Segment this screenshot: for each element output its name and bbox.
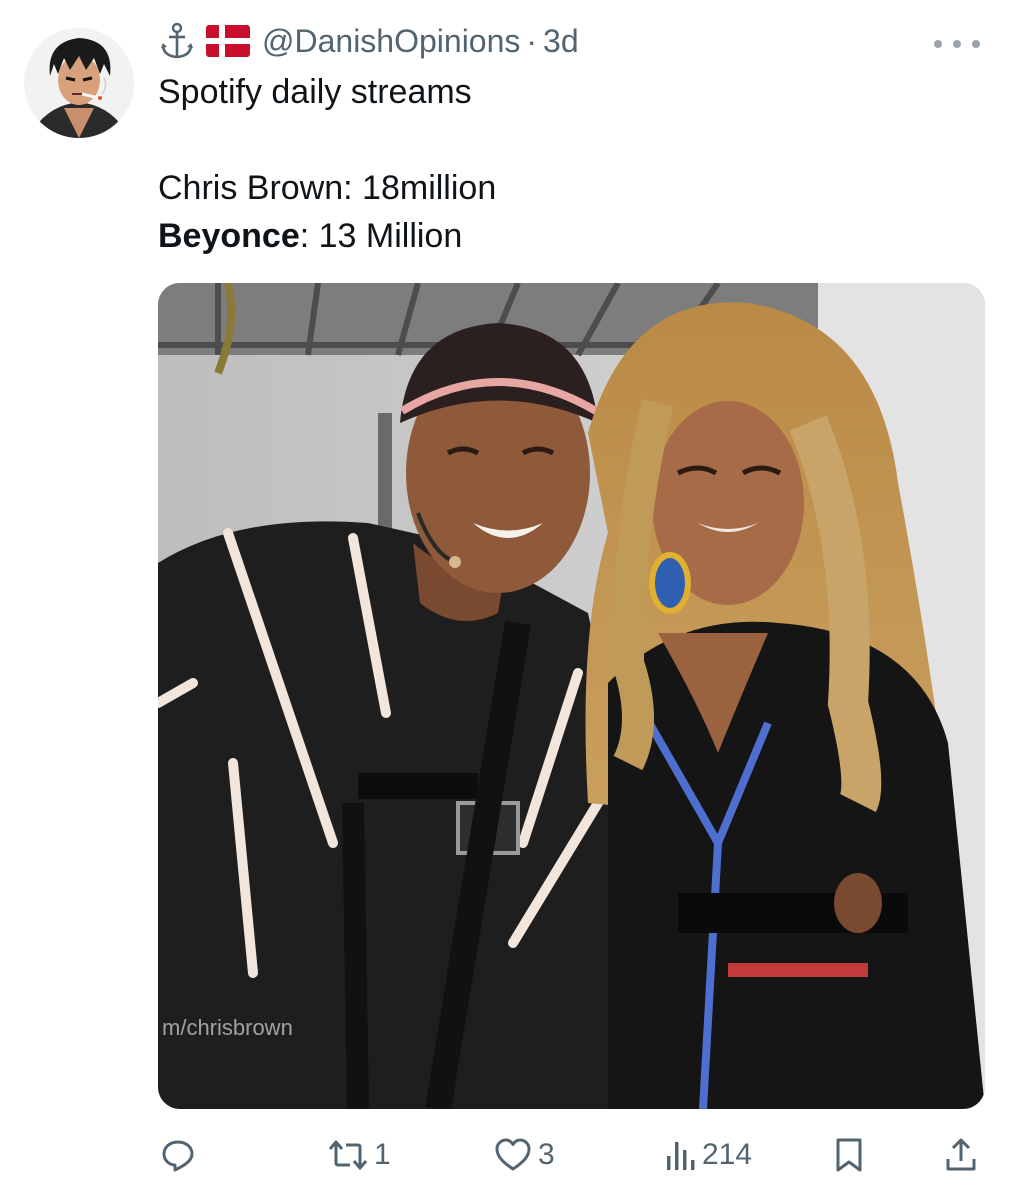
photo-illustration: m/chrisbrown: [158, 283, 985, 1109]
heart-icon: [495, 1138, 531, 1171]
avatar-image: [24, 28, 134, 138]
anchor-icon: [160, 22, 194, 60]
tweet-line-title: Spotify daily streams: [158, 73, 472, 111]
tweet-line-beyonce: Beyonce: 13 Million: [158, 212, 978, 260]
separator-dot: ·: [526, 22, 538, 59]
user-handle[interactable]: @DanishOpinions: [262, 23, 520, 60]
like-count: 3: [538, 1138, 555, 1171]
tweet-line-chris-brown: Chris Brown: 18million: [158, 169, 497, 207]
reply-button[interactable]: [160, 1128, 202, 1182]
like-button[interactable]: 3: [494, 1128, 555, 1182]
reply-icon: [162, 1140, 194, 1172]
more-options-icon[interactable]: [934, 34, 980, 54]
avatar[interactable]: [24, 28, 134, 138]
tweet-photo[interactable]: m/chrisbrown: [158, 283, 985, 1109]
share-icon: [946, 1138, 976, 1171]
views-icon: [667, 1142, 695, 1170]
denmark-flag-icon: [206, 25, 250, 57]
bookmark-icon: [836, 1138, 862, 1172]
photo-watermark: m/chrisbrown: [162, 1015, 293, 1040]
tweet-text: Spotify daily streams Chris Brown: 18mil…: [158, 68, 978, 260]
share-button[interactable]: [944, 1128, 978, 1182]
beyonce-value: : 13 Million: [299, 217, 463, 255]
views-button[interactable]: 214: [664, 1128, 752, 1182]
views-count: 214: [702, 1138, 753, 1171]
timestamp[interactable]: 3d: [543, 23, 579, 60]
action-bar: 1 3 214: [0, 1128, 1010, 1182]
tweet-header: @DanishOpinions · 3d: [160, 18, 579, 64]
retweet-button[interactable]: 1: [328, 1128, 391, 1182]
bold-name: Beyonce: [158, 217, 300, 255]
retweet-count: 1: [374, 1138, 391, 1171]
retweet-icon: [328, 1140, 368, 1170]
bookmark-button[interactable]: [834, 1128, 864, 1182]
tweet: @DanishOpinions · 3d Spotify daily strea…: [0, 0, 1010, 1200]
